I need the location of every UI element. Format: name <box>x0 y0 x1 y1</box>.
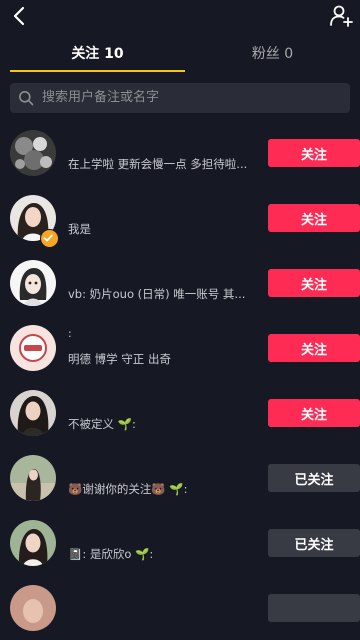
follow-button[interactable]: 关注 <box>268 204 360 232</box>
add-user-icon <box>330 5 353 27</box>
follow-button[interactable]: 关注 <box>268 334 360 362</box>
search-placeholder: 搜索用户备注或名字 <box>42 90 160 105</box>
avatar[interactable] <box>10 260 56 306</box>
user-signature: 在上学啦 更新会慢一点 多担待啦... <box>68 157 248 171</box>
user-signature: 🐻谢谢你的关注🐻 🌱: <box>68 482 188 496</box>
avatar[interactable] <box>10 325 56 371</box>
followed-button[interactable] <box>268 594 360 622</box>
followed-button[interactable]: 已关注 <box>268 529 360 557</box>
list-item[interactable]: 📓: 是欣欣o 🌱: 已关注 <box>0 510 360 575</box>
follow-tabs: 关注 10 粉丝 0 <box>0 36 360 76</box>
search-icon <box>19 91 34 106</box>
list-item[interactable]: 在上学啦 更新会慢一点 多担待啦... 关注 <box>0 120 360 185</box>
list-item[interactable]: vb: 奶片ouo (日常) 唯一账号 其... 关注 <box>0 250 360 315</box>
avatar[interactable] <box>10 130 56 176</box>
follow-button[interactable]: 关注 <box>268 269 360 297</box>
user-signature: 不被定义 🌱: <box>68 417 136 431</box>
chevron-left-icon <box>13 6 25 26</box>
tab-following[interactable]: 关注 10 <box>10 36 185 72</box>
back-button[interactable] <box>8 4 32 28</box>
followed-button[interactable]: 已关注 <box>268 464 360 492</box>
list-item[interactable] <box>0 575 360 640</box>
top-bar <box>0 0 360 32</box>
user-signature: 明德 博学 守正 出奇 <box>68 352 171 366</box>
active-tab-indicator <box>10 70 185 72</box>
list-item[interactable]: 我是 关注 <box>0 185 360 250</box>
list-item[interactable]: : 明德 博学 守正 出奇 关注 <box>0 315 360 380</box>
avatar[interactable] <box>10 390 56 436</box>
user-name: : <box>68 327 72 340</box>
follow-button[interactable]: 关注 <box>268 139 360 167</box>
avatar[interactable] <box>10 585 56 631</box>
avatar[interactable] <box>10 455 56 501</box>
avatar[interactable] <box>10 520 56 566</box>
user-signature: 我是 <box>68 222 91 236</box>
list-item[interactable]: 🐻谢谢你的关注🐻 🌱: 已关注 <box>0 445 360 510</box>
tab-fans[interactable]: 粉丝 0 <box>185 36 360 72</box>
search-input[interactable]: 搜索用户备注或名字 <box>10 83 350 113</box>
list-item[interactable]: 不被定义 🌱: 关注 <box>0 380 360 445</box>
user-signature: vb: 奶片ouo (日常) 唯一账号 其... <box>68 287 246 301</box>
verified-badge-icon <box>40 229 59 248</box>
follow-button[interactable]: 关注 <box>268 399 360 427</box>
user-signature: 📓: 是欣欣o 🌱: <box>68 547 154 561</box>
add-friend-button[interactable] <box>328 3 354 29</box>
